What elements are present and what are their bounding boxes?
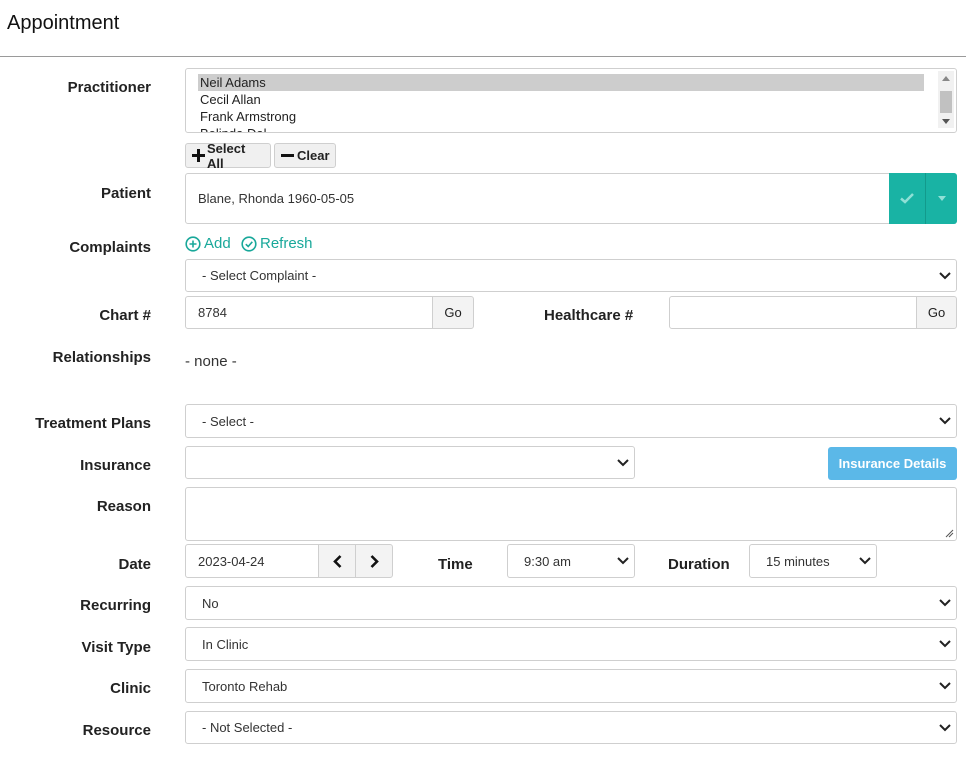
resize-handle-icon[interactable] <box>945 529 954 538</box>
insurance-details-button[interactable]: Insurance Details <box>828 447 957 480</box>
chevron-down-icon <box>934 599 956 607</box>
complaint-select[interactable]: - Select Complaint - <box>185 259 957 292</box>
select-all-label: Select All <box>207 140 246 171</box>
chevron-down-icon <box>934 417 956 425</box>
chart-number-value: 8784 <box>198 305 227 320</box>
time-select-value: 9:30 am <box>524 553 571 569</box>
chevron-down-icon <box>612 458 634 467</box>
healthcare-label: Healthcare # <box>544 307 634 324</box>
select-all-button[interactable]: Select All <box>185 140 271 171</box>
visit-type-label: Visit Type <box>81 639 151 656</box>
recurring-select[interactable]: No <box>185 586 957 620</box>
date-label: Date <box>118 556 151 573</box>
chevron-left-icon <box>332 554 342 568</box>
visit-type-select-value: In Clinic <box>202 636 249 652</box>
check-circle-icon <box>241 235 257 252</box>
recurring-label: Recurring <box>80 597 151 614</box>
resource-select-value: - Not Selected - <box>202 720 293 735</box>
clear-button[interactable]: Clear <box>274 143 336 168</box>
add-complaint-link[interactable]: Add <box>185 235 231 252</box>
chart-label: Chart # <box>99 307 151 324</box>
practitioner-listbox[interactable]: Neil Adams Cecil Allan Frank Armstrong B… <box>185 68 957 133</box>
treatment-plans-label: Treatment Plans <box>35 415 151 432</box>
patient-value: Blane, Rhonda 1960-05-05 <box>198 191 355 206</box>
reason-textarea[interactable] <box>185 487 957 541</box>
date-input[interactable]: 2023-04-24 <box>185 544 319 578</box>
complaints-label: Complaints <box>69 239 151 256</box>
clear-label: Clear <box>297 148 330 163</box>
practitioner-option[interactable]: Frank Armstrong <box>198 108 924 125</box>
recurring-select-value: No <box>202 595 219 611</box>
duration-select[interactable]: 15 minutes <box>749 544 877 578</box>
insurance-label: Insurance <box>80 457 151 474</box>
resource-label: Resource <box>82 722 151 739</box>
chevron-down-icon <box>934 640 956 648</box>
practitioner-option[interactable]: Belinda Dal... <box>198 125 924 132</box>
refresh-label: Refresh <box>260 235 313 252</box>
next-date-button[interactable] <box>355 544 393 578</box>
duration-label: Duration <box>668 556 730 573</box>
add-label: Add <box>204 235 231 252</box>
patient-label: Patient <box>100 185 151 202</box>
chevron-down-icon <box>934 682 956 690</box>
treatment-plan-select-value: - Select - <box>202 413 255 429</box>
chevron-down-icon <box>934 723 956 732</box>
resource-select[interactable]: - Not Selected - <box>185 711 957 744</box>
visit-type-select[interactable]: In Clinic <box>185 627 957 661</box>
insurance-select[interactable] <box>185 446 635 479</box>
time-label: Time <box>438 556 473 573</box>
healthcare-go-button[interactable]: Go <box>916 296 957 329</box>
plus-circle-icon <box>185 235 201 252</box>
healthcare-number-input[interactable] <box>669 296 917 329</box>
complaint-select-value: - Select Complaint - <box>202 268 317 283</box>
duration-select-value: 15 minutes <box>766 553 830 569</box>
listbox-scrollbar[interactable] <box>938 71 954 128</box>
page-title: Appointment <box>7 12 120 34</box>
reason-label: Reason <box>96 498 151 515</box>
chart-number-input[interactable]: 8784 <box>185 296 433 329</box>
plus-icon <box>192 149 205 162</box>
chart-go-button[interactable]: Go <box>432 296 474 329</box>
patient-confirm-group[interactable] <box>889 173 957 224</box>
date-value: 2023-04-24 <box>198 553 265 569</box>
practitioner-label: Practitioner <box>67 79 151 96</box>
check-icon[interactable] <box>889 173 926 224</box>
relationships-label: Relationships <box>52 349 151 366</box>
chevron-down-icon <box>934 271 956 280</box>
practitioner-option[interactable]: Cecil Allan <box>198 91 924 108</box>
treatment-plan-select[interactable]: - Select - <box>185 404 957 438</box>
patient-field[interactable]: Blane, Rhonda 1960-05-05 <box>185 173 957 224</box>
previous-date-button[interactable] <box>318 544 356 578</box>
clinic-select-value: Toronto Rehab <box>202 678 288 694</box>
header-divider <box>0 56 966 57</box>
time-select[interactable]: 9:30 am <box>507 544 635 578</box>
chevron-down-icon <box>612 557 634 565</box>
refresh-link[interactable]: Refresh <box>241 235 313 252</box>
clinic-label: Clinic <box>110 680 151 697</box>
relationships-value: - none - <box>185 353 237 370</box>
chevron-down-icon <box>854 557 876 565</box>
caret-down-icon[interactable] <box>926 173 957 224</box>
clinic-select[interactable]: Toronto Rehab <box>185 669 957 703</box>
practitioner-option[interactable]: Neil Adams <box>198 74 924 91</box>
minus-icon <box>281 149 294 162</box>
chevron-right-icon <box>370 554 379 568</box>
